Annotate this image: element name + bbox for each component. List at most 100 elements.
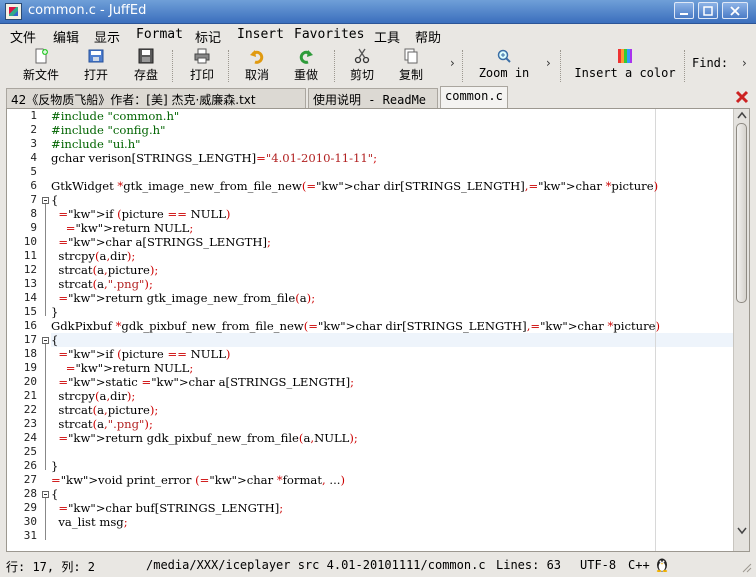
code-line[interactable]: gchar verison[STRINGS_LENGTH]="4.01-2010…: [51, 151, 377, 165]
printer-icon: [194, 48, 210, 64]
code-line[interactable]: {: [51, 333, 58, 347]
line-number: 7: [30, 193, 37, 206]
menu-help[interactable]: 帮助: [415, 27, 441, 46]
code-line[interactable]: ="kw">char buf[STRINGS_LENGTH];: [51, 501, 283, 515]
code-line[interactable]: strcat(a,".png");: [51, 277, 152, 291]
code-line[interactable]: #include "ui.h": [51, 137, 141, 151]
new-document-icon: [35, 48, 48, 64]
code-line[interactable]: {: [51, 193, 58, 207]
redo-button[interactable]: 重做: [286, 46, 326, 86]
zoom-in-button[interactable]: Zoom in: [474, 46, 534, 86]
line-number: 8: [30, 207, 37, 220]
copy-button[interactable]: 复制: [391, 46, 431, 86]
cut-button[interactable]: 剪切: [342, 46, 382, 86]
print-button[interactable]: 打印: [182, 46, 222, 86]
toolbar-overflow-chevron[interactable]: ›: [450, 56, 455, 70]
code-line[interactable]: strcat(a,picture);: [51, 403, 158, 417]
menu-bar: 文件 编辑 显示 Format 标记 Insert Favorites 工具 帮…: [0, 24, 756, 46]
save-icon: [138, 48, 154, 64]
fold-toggle-icon[interactable]: [42, 491, 49, 498]
tab-common-c[interactable]: common.c: [440, 86, 508, 108]
line-number: 25: [23, 445, 37, 458]
new-file-button[interactable]: 新文件: [16, 46, 66, 86]
menu-edit[interactable]: 编辑: [53, 27, 79, 46]
line-number: 23: [23, 417, 37, 430]
line-number-gutter: 1 2 3 4 5 6 7 8 9 10 11 12 13 14 15 16 17 18 19 20 21 22 23 24 2…: [7, 109, 41, 551]
minimize-button[interactable]: [674, 2, 694, 19]
code-line[interactable]: ="kw">if (picture == NULL): [51, 207, 230, 221]
file-path: /media/XXX/iceplayer src 4.01-20101111/c…: [146, 558, 486, 572]
line-number: 20: [23, 375, 37, 388]
line-number: 22: [23, 403, 37, 416]
menu-view[interactable]: 显示: [94, 27, 120, 46]
status-bar: 行: 17, 列: 2 /media/XXX/iceplayer src 4.0…: [0, 552, 756, 577]
menu-file[interactable]: 文件: [10, 27, 36, 46]
code-line[interactable]: }: [51, 305, 58, 319]
menu-insert[interactable]: Insert: [237, 27, 284, 42]
resize-grip-icon[interactable]: [740, 561, 752, 573]
fold-toggle-icon[interactable]: [42, 197, 49, 204]
code-line[interactable]: GdkPixbuf *gdk_pixbuf_new_from_file_new(…: [51, 319, 660, 333]
code-text-area[interactable]: #include "common.h" #include "config.h" #i…: [51, 109, 733, 551]
code-line[interactable]: ="kw">return NULL;: [51, 221, 194, 235]
menu-favorites[interactable]: Favorites: [294, 27, 364, 42]
open-icon: [88, 49, 104, 63]
open-button[interactable]: 打开: [76, 46, 116, 86]
line-number: 10: [23, 235, 37, 248]
undo-button[interactable]: 取消: [237, 46, 277, 86]
toolbar-separator: [334, 50, 336, 82]
syntax-mode[interactable]: C++: [628, 558, 650, 572]
close-tab-icon[interactable]: [735, 90, 749, 104]
find-label: Find:: [692, 56, 729, 70]
scroll-up-icon[interactable]: [737, 111, 747, 119]
code-line[interactable]: strcat(a,picture);: [51, 263, 158, 277]
app-icon[interactable]: [5, 3, 22, 20]
insert-color-button[interactable]: Insert a color: [572, 46, 678, 86]
toolbar-overflow-chevron[interactable]: ›: [742, 56, 747, 70]
line-number: 2: [30, 123, 37, 136]
code-line[interactable]: GtkWidget *gtk_image_new_from_file_new(=…: [51, 179, 658, 193]
close-icon: [730, 6, 740, 16]
fold-toggle-icon[interactable]: [42, 337, 49, 344]
line-number: 21: [23, 389, 37, 402]
tab-readme[interactable]: 使用说明 - ReadMe: [308, 88, 438, 108]
vertical-scroll-thumb[interactable]: [736, 123, 747, 303]
menu-format[interactable]: Format: [136, 27, 183, 42]
code-line[interactable]: {: [51, 487, 58, 501]
code-line[interactable]: ="kw">return gdk_pixbuf_new_from_file(a,…: [51, 431, 357, 445]
code-line[interactable]: va_list msg;: [51, 515, 127, 529]
maximize-button[interactable]: [698, 2, 718, 19]
code-line[interactable]: strcpy(a,dir);: [51, 249, 135, 263]
menu-marks[interactable]: 标记: [195, 27, 221, 46]
code-editor[interactable]: 1 2 3 4 5 6 7 8 9 10 11 12 13 14 15 16 17 18 19 20 21 22 23 24 2…: [6, 108, 750, 552]
line-number: 14: [23, 291, 37, 304]
fold-guide: [45, 498, 46, 540]
line-number: 12: [23, 263, 37, 276]
title-bar[interactable]: common.c - JuffEd: [0, 0, 756, 24]
code-line[interactable]: ="kw">return NULL;: [51, 361, 194, 375]
code-line[interactable]: ="kw">char a[STRINGS_LENGTH];: [51, 235, 271, 249]
code-line[interactable]: #include "config.h": [51, 123, 165, 137]
code-line[interactable]: strcpy(a,dir);: [51, 389, 135, 403]
code-line[interactable]: ="kw">static ="kw">char a[STRINGS_LENGTH…: [51, 375, 354, 389]
redo-icon: [299, 50, 313, 64]
code-line[interactable]: ="kw">if (picture == NULL): [51, 347, 230, 361]
menu-tools[interactable]: 工具: [374, 27, 400, 46]
code-line[interactable]: strcat(a,".png");: [51, 417, 152, 431]
close-window-button[interactable]: [722, 2, 748, 19]
code-line[interactable]: #include "common.h": [51, 109, 179, 123]
code-line[interactable]: ="kw">return gtk_image_new_from_file(a);: [51, 291, 315, 305]
scroll-down-icon[interactable]: [737, 527, 747, 535]
toolbar-overflow-chevron[interactable]: ›: [546, 56, 551, 70]
magnifier-zoom-icon: [497, 49, 511, 63]
line-number: 27: [23, 473, 37, 486]
code-line[interactable]: }: [51, 459, 58, 473]
toolbar: 新文件 打开 存盘 打印 取消 重做 剪切 复制 › Zoom in › Ins…: [0, 46, 756, 87]
tab-novel-txt[interactable]: 42《反物质飞船》作者：[美] 杰克·威廉森.txt: [6, 88, 306, 108]
code-line[interactable]: ="kw">void print_error (="kw">char *form…: [51, 473, 345, 487]
vertical-scrollbar[interactable]: [733, 109, 749, 551]
maximize-icon: [703, 6, 713, 16]
save-button[interactable]: 存盘: [126, 46, 166, 86]
encoding[interactable]: UTF-8: [580, 558, 616, 572]
line-number: 19: [23, 361, 37, 374]
